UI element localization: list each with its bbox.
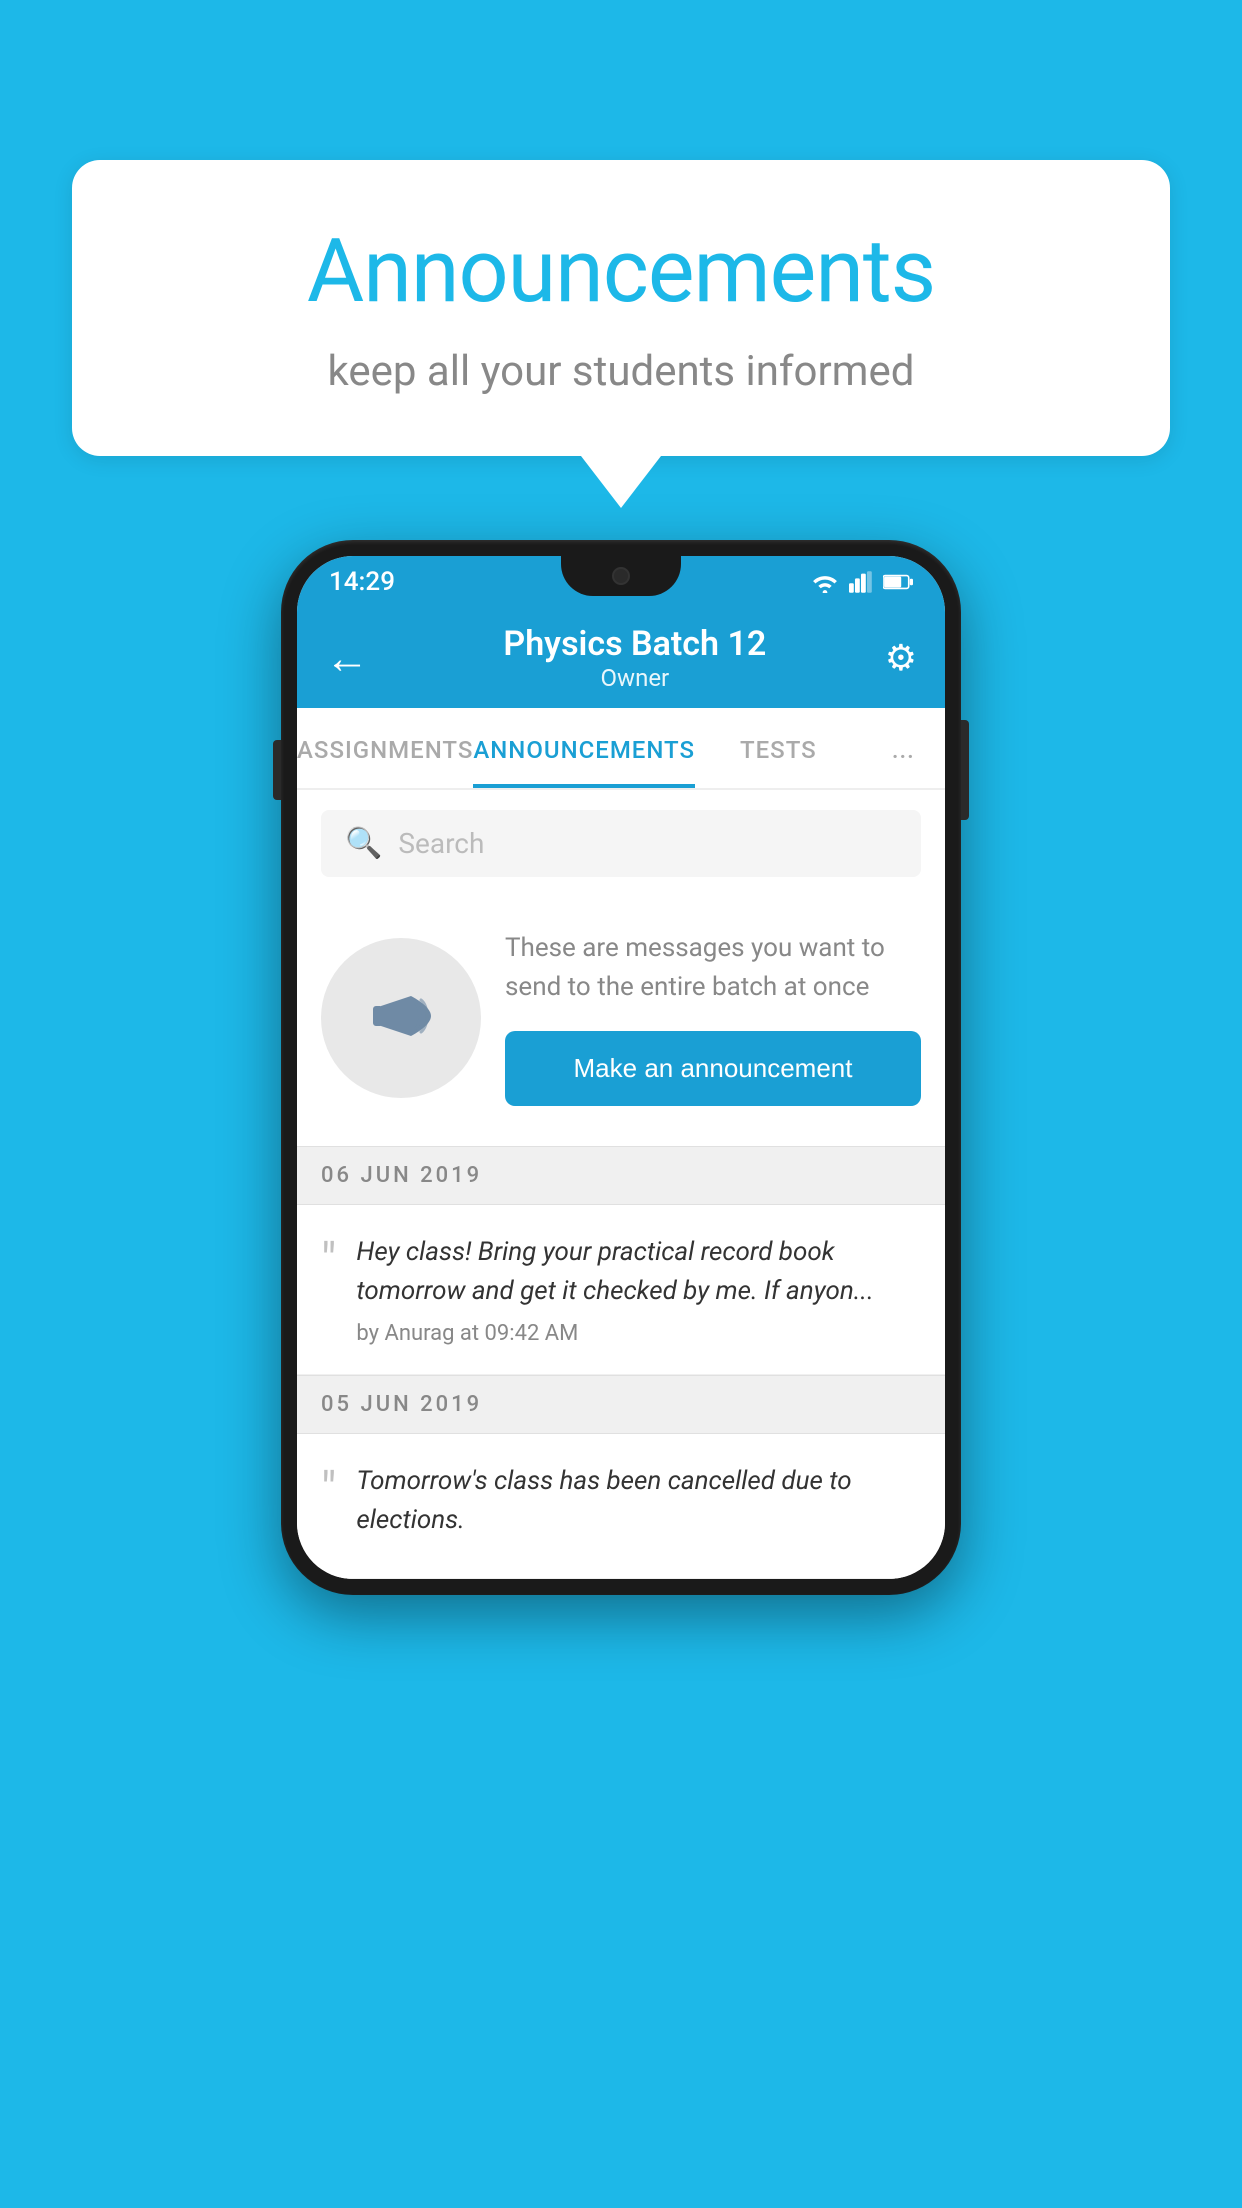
phone-screen: 14:29	[297, 556, 945, 1579]
phone-mockup: 14:29	[281, 540, 961, 1595]
tab-announcements[interactable]: ANNOUNCEMENTS	[473, 708, 695, 788]
phone-outer: 14:29	[281, 540, 961, 1595]
message-content-1: Hey class! Bring your practical record b…	[356, 1233, 921, 1346]
search-container: 🔍 Search	[297, 790, 945, 897]
signal-icon	[849, 571, 873, 593]
tab-assignments[interactable]: ASSIGNMENTS	[297, 708, 473, 788]
app-bar-subtitle: Owner	[385, 664, 885, 692]
notch	[561, 556, 681, 596]
speech-bubble-card: Announcements keep all your students inf…	[72, 160, 1170, 456]
promo-section: These are messages you want to send to t…	[297, 897, 945, 1146]
search-placeholder: Search	[398, 827, 484, 860]
promo-description: These are messages you want to send to t…	[505, 929, 921, 1007]
app-bar-title: Physics Batch 12	[385, 624, 885, 664]
search-icon: 🔍	[345, 826, 382, 861]
search-bar[interactable]: 🔍 Search	[321, 810, 921, 877]
app-bar-title-group: Physics Batch 12 Owner	[385, 624, 885, 692]
speech-bubble-section: Announcements keep all your students inf…	[72, 160, 1170, 508]
app-bar: ← Physics Batch 12 Owner ⚙	[297, 608, 945, 708]
megaphone-icon	[361, 978, 441, 1058]
promo-icon-circle	[321, 938, 481, 1098]
message-text-2: Tomorrow's class has been cancelled due …	[356, 1462, 921, 1540]
quote-icon-2: "	[321, 1466, 336, 1514]
message-item-1[interactable]: " Hey class! Bring your practical record…	[297, 1205, 945, 1375]
status-bar: 14:29	[297, 556, 945, 608]
back-button[interactable]: ←	[325, 632, 369, 684]
date-separator-2: 05 JUN 2019	[297, 1375, 945, 1434]
quote-icon-1: "	[321, 1237, 336, 1285]
date-separator-1: 06 JUN 2019	[297, 1146, 945, 1205]
camera	[612, 567, 630, 585]
tabs-bar: ASSIGNMENTS ANNOUNCEMENTS TESTS ...	[297, 708, 945, 790]
message-item-2[interactable]: " Tomorrow's class has been cancelled du…	[297, 1434, 945, 1579]
wifi-icon	[811, 571, 839, 593]
speech-bubble-title: Announcements	[152, 220, 1090, 323]
settings-button[interactable]: ⚙	[885, 637, 917, 679]
status-time: 14:29	[329, 567, 395, 597]
make-announcement-button[interactable]: Make an announcement	[505, 1031, 921, 1106]
message-meta-1: by Anurag at 09:42 AM	[356, 1321, 921, 1346]
battery-icon	[883, 571, 913, 593]
speech-bubble-subtitle: keep all your students informed	[152, 347, 1090, 396]
tab-tests[interactable]: TESTS	[695, 708, 862, 788]
tab-more[interactable]: ...	[862, 708, 945, 788]
speech-bubble-arrow	[581, 456, 661, 508]
message-content-2: Tomorrow's class has been cancelled due …	[356, 1462, 921, 1550]
status-icons	[811, 571, 913, 593]
message-text-1: Hey class! Bring your practical record b…	[356, 1233, 921, 1311]
promo-right: These are messages you want to send to t…	[505, 929, 921, 1106]
